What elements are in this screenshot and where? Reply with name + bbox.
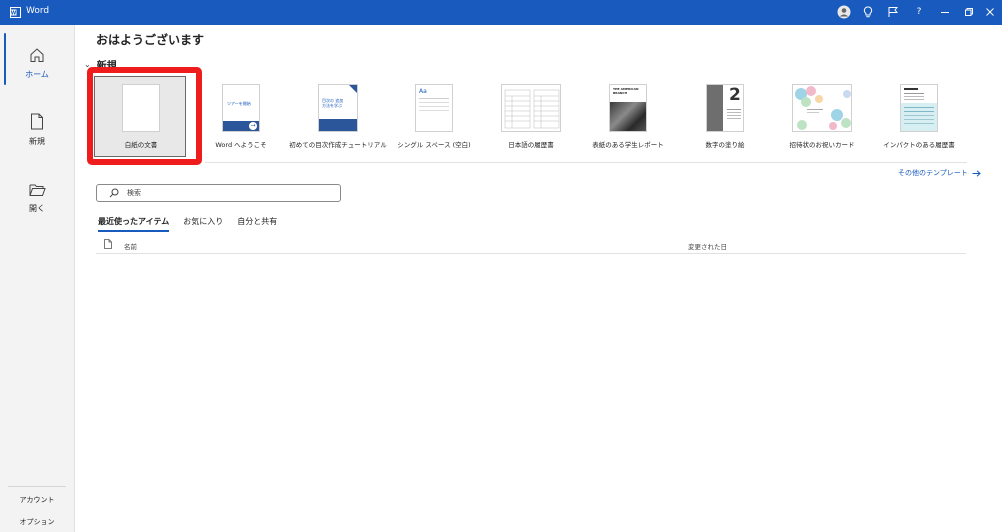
feedback-button[interactable] [884, 3, 902, 21]
home-icon [30, 48, 44, 62]
search-icon [109, 188, 119, 198]
more-templates-label: その他のテンプレート [898, 169, 968, 177]
file-icon [104, 239, 112, 249]
new-document-icon [31, 113, 43, 130]
template-thumbnail [501, 84, 561, 132]
template-thumbnail [792, 84, 852, 132]
open-folder-icon [29, 184, 46, 196]
template-label: シングル スペース (空白) [397, 141, 471, 149]
search-box[interactable] [96, 184, 341, 202]
search-input[interactable] [127, 189, 327, 197]
restore-button[interactable] [960, 3, 978, 21]
resume-grid-graphic [504, 89, 560, 129]
title-bar: W Word ? [0, 0, 1002, 25]
template-label: 初めての目次作成チュートリアル [289, 141, 387, 149]
minimize-icon [941, 12, 949, 13]
thumb-band [319, 119, 357, 131]
close-button[interactable] [981, 3, 999, 21]
sidebar-divider [8, 486, 66, 487]
sidebar-item-label: 新規 [29, 137, 45, 146]
arrow-right-icon [972, 169, 981, 177]
template-thumbnail: ツアーを開始 → [222, 84, 260, 132]
template-impact-resume[interactable]: インパクトのある履歴書 [868, 70, 970, 158]
help-icon: ? [916, 7, 922, 17]
thumb-corner [349, 85, 357, 93]
template-color-by-number[interactable]: 2 数字の塗り絵 [674, 70, 776, 158]
floral-graphic [795, 86, 851, 130]
template-japanese-resume[interactable]: 日本語の履歴書 [480, 70, 582, 158]
template-thumbnail: Aa [415, 84, 453, 132]
thumb-text: 目次の 追加方法を学ぶ [322, 98, 344, 108]
app-name: Word [26, 6, 50, 16]
tab-recent[interactable]: 最近使ったアイテム [98, 216, 170, 232]
template-student-report[interactable]: THE AMERICAN BRANCH 表紙のある学生レポート [577, 70, 679, 158]
template-label: Word へようこそ [215, 141, 267, 149]
sidebar: ホーム 新規 開く アカウント オプション [0, 25, 75, 532]
page-title: おはようございます [96, 33, 205, 47]
tab-shared-with-me[interactable]: 自分と共有 [237, 216, 277, 232]
template-invitation-card[interactable]: 招待状のお祝いカード [771, 70, 873, 158]
template-divider [205, 162, 967, 163]
thumb-lines [904, 93, 924, 94]
template-thumbnail [900, 84, 938, 132]
account-avatar-button[interactable] [835, 3, 853, 21]
thumb-photo [610, 102, 646, 131]
close-icon [986, 8, 994, 16]
word-logo-icon: W [10, 7, 21, 18]
help-button[interactable]: ? [910, 3, 928, 21]
thumb-number: 2 [729, 85, 741, 105]
sidebar-item-label: 開く [29, 204, 45, 213]
ideas-button[interactable] [859, 3, 877, 21]
template-thumbnail: 2 [706, 84, 744, 132]
thumb-lines [419, 98, 449, 99]
svg-text:W: W [11, 11, 17, 17]
arrow-right-icon: → [249, 122, 257, 130]
more-templates-link[interactable]: その他のテンプレート [898, 168, 981, 178]
thumb-text: Aa [419, 88, 427, 95]
sidebar-item-account[interactable]: アカウント [0, 495, 74, 505]
column-header-name[interactable]: 名前 [124, 241, 137, 251]
thumb-text: THE AMERICAN BRANCH [613, 87, 639, 95]
feedback-icon [888, 7, 899, 17]
sidebar-item-open[interactable]: 開く [0, 175, 74, 231]
template-single-spaced[interactable]: Aa シングル スペース (空白) [383, 70, 485, 158]
template-label: 日本語の履歴書 [508, 141, 554, 149]
sidebar-item-label: ホーム [25, 70, 49, 79]
template-thumbnail: 目次の 追加方法を学ぶ [318, 84, 358, 132]
minimize-button[interactable] [936, 3, 954, 21]
template-label: 表紙のある学生レポート [592, 141, 664, 149]
sidebar-item-home[interactable]: ホーム [0, 41, 74, 97]
thumb-heading [904, 88, 918, 90]
avatar-icon [837, 5, 851, 19]
file-list-header: 名前 変更された日 [96, 238, 966, 254]
thumb-lines [904, 107, 934, 108]
tab-favorites[interactable]: お気に入り [183, 216, 223, 232]
restore-icon [965, 8, 973, 16]
template-thumbnail: THE AMERICAN BRANCH [609, 84, 647, 132]
annotation-highlight-box [87, 67, 202, 165]
template-welcome-to-word[interactable]: ツアーを開始 → Word へようこそ [190, 70, 292, 158]
template-toc-tutorial[interactable]: 目次の 追加方法を学ぶ 初めての目次作成チュートリアル [287, 70, 389, 158]
document-tabs: 最近使ったアイテム お気に入り 自分と共有 [98, 216, 277, 232]
template-label: 招待状のお祝いカード [789, 141, 855, 149]
sidebar-item-options[interactable]: オプション [0, 517, 74, 527]
thumb-lines [727, 109, 741, 110]
column-header-modified[interactable]: 変更された日 [688, 241, 727, 251]
thumb-text: ツアーを開始 [227, 101, 251, 106]
lightbulb-icon [863, 6, 873, 18]
template-label: インパクトのある履歴書 [883, 141, 955, 149]
thumb-sidebar [707, 85, 723, 131]
template-label: 数字の塗り絵 [705, 141, 745, 149]
sidebar-item-new[interactable]: 新規 [0, 108, 74, 164]
template-gallery: 白紙の文書 ツアーを開始 → Word へようこそ 目次の 追加方法を学ぶ 初め… [90, 70, 970, 160]
